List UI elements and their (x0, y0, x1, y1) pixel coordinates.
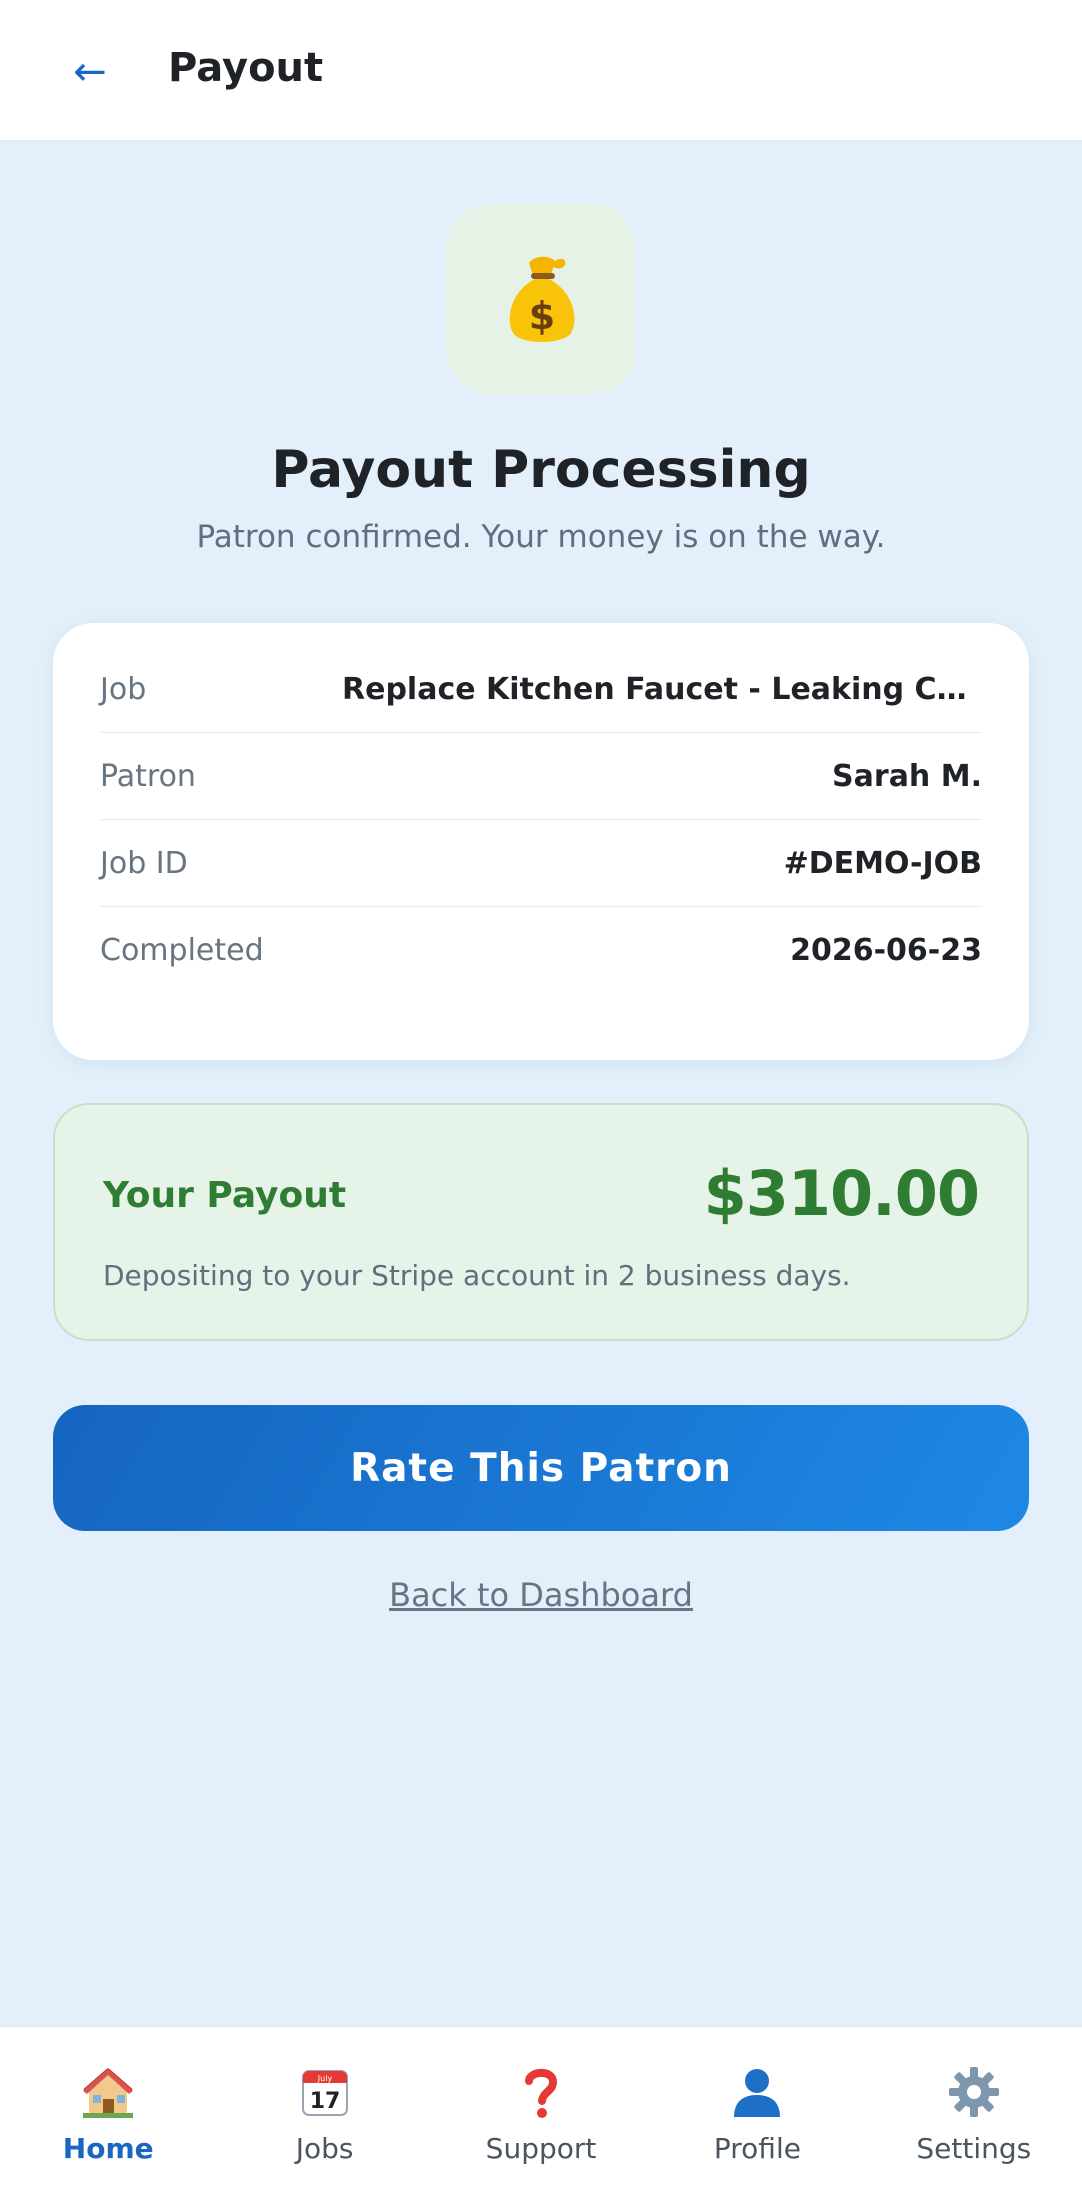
nav-label: Support (485, 2132, 597, 2165)
nav-item-settings[interactable]: Settings (866, 2027, 1082, 2202)
status-title: Payout Processing (271, 440, 811, 500)
back-to-dashboard-link[interactable]: Back to Dashboard (0, 1576, 1082, 1614)
detail-value: Replace Kitchen Faucet - Leaking Cons... (342, 671, 982, 707)
back-arrow-icon[interactable]: ← (58, 40, 122, 104)
profile-icon (728, 2063, 786, 2121)
nav-item-profile[interactable]: Profile (649, 2027, 865, 2202)
payout-summary: Your Payout $310.00 Depositing to your S… (53, 1103, 1029, 1341)
nav-item-support[interactable]: Support (433, 2027, 649, 2202)
detail-row-job-id: Job ID #DEMO-JOB (100, 820, 982, 907)
detail-label: Job ID (100, 845, 188, 881)
detail-label: Job (100, 671, 147, 707)
detail-row-completed: Completed 2026-06-23 (100, 907, 982, 994)
detail-row-patron: Patron Sarah M. (100, 733, 982, 820)
payout-screen: ← Payout $ Payout Processing Patron conf… (0, 0, 1082, 2202)
payout-amount: $310.00 (703, 1157, 980, 1230)
calendar-icon: July 17 (296, 2063, 354, 2121)
detail-row-job: Job Replace Kitchen Faucet - Leaking Con… (100, 646, 982, 733)
nav-label: Jobs (295, 2132, 354, 2165)
detail-value: #DEMO-JOB (783, 845, 982, 881)
detail-value: Sarah M. (832, 758, 982, 794)
bottom-navigation: Home July 17 Jobs Support Profile Settin… (0, 2026, 1082, 2202)
page-title: Payout (168, 45, 324, 91)
nav-label: Settings (916, 2132, 1032, 2165)
detail-label: Completed (100, 933, 264, 968)
status-subtitle: Patron confirmed. Your money is on the w… (196, 519, 886, 555)
job-details-card: Job Replace Kitchen Faucet - Leaking Con… (53, 623, 1029, 1060)
money-bag-icon: $ (446, 204, 636, 394)
detail-value: 2026-06-23 (790, 933, 982, 968)
svg-text:$: $ (529, 294, 555, 338)
detail-label: Patron (100, 758, 196, 794)
top-app-bar: ← Payout (0, 0, 1082, 141)
question-icon (512, 2063, 570, 2121)
payout-note: Depositing to your Stripe account in 2 b… (103, 1259, 851, 1292)
calendar-day: 17 (309, 2089, 340, 2114)
gear-icon (945, 2063, 1003, 2121)
nav-label: Profile (713, 2132, 801, 2165)
nav-item-jobs[interactable]: July 17 Jobs (216, 2027, 432, 2202)
home-icon (79, 2063, 137, 2121)
nav-item-home[interactable]: Home (0, 2027, 216, 2202)
rate-patron-button[interactable]: Rate This Patron (53, 1405, 1029, 1531)
calendar-month: July (316, 2074, 332, 2083)
payout-label: Your Payout (103, 1175, 347, 1216)
nav-label: Home (62, 2132, 154, 2165)
